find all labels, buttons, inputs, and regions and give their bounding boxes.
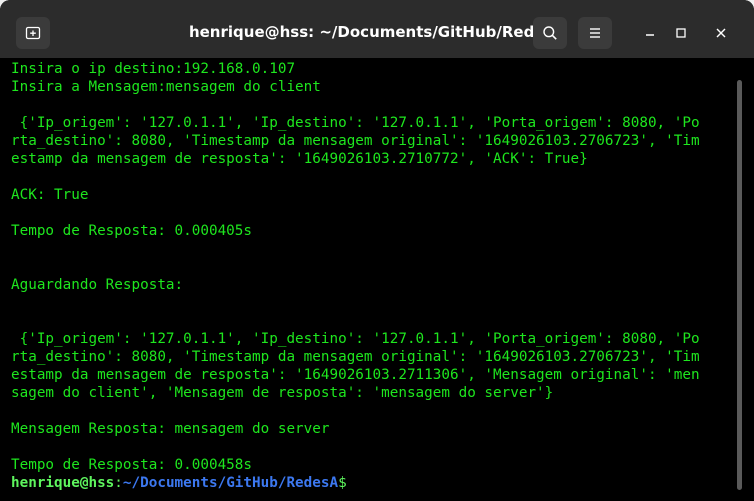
scrollbar-thumb[interactable] (737, 80, 742, 490)
shell-prompt[interactable]: henrique@hss:~/Documents/GitHub/RedesA$ (11, 474, 347, 492)
search-icon (543, 26, 557, 40)
terminal-line: {'Ip_origem': '127.0.1.1', 'Ip_destino':… (11, 115, 700, 131)
hamburger-menu-icon (590, 28, 600, 38)
terminal-line: ACK: True (11, 187, 89, 203)
prompt-user-host: henrique@hss (11, 475, 115, 491)
prompt-symbol: $ (338, 475, 347, 491)
close-icon (716, 28, 726, 38)
terminal-output[interactable]: Insira o ip destino:192.168.0.107 Insira… (0, 58, 736, 501)
prompt-separator: : (114, 475, 123, 491)
maximize-button[interactable] (668, 20, 694, 46)
minimize-icon (646, 34, 654, 36)
terminal-line: Tempo de Resposta: 0.000458s (11, 457, 253, 473)
terminal-line: sagem do client', 'Mensagem de resposta'… (11, 385, 554, 401)
close-button[interactable] (708, 20, 734, 46)
maximize-icon (676, 28, 686, 38)
terminal-window: henrique@hss: ~/Documents/GitHub/RedesA (0, 0, 754, 501)
terminal-line: rta_destino': 8080, 'Timestamp da mensag… (11, 133, 700, 149)
terminal-line: Insira o ip destino:192.168.0.107 (11, 61, 296, 77)
terminal-line: Tempo de Resposta: 0.000405s (11, 223, 253, 239)
terminal-line: estamp da mensagem de resposta': '164902… (11, 151, 588, 167)
prompt-path: ~/Documents/GitHub/RedesA (122, 475, 339, 491)
terminal-line: estamp da mensagem de resposta': '164902… (11, 367, 700, 383)
search-button[interactable] (533, 17, 567, 49)
terminal-line: Mensagem Resposta: mensagem do server (11, 421, 330, 437)
terminal-line: rta_destino': 8080, 'Timestamp da mensag… (11, 349, 700, 365)
menu-button[interactable] (578, 17, 612, 49)
terminal-line: Aguardando Resposta: (11, 277, 184, 293)
minimize-button[interactable] (637, 20, 663, 46)
terminal-line: {'Ip_origem': '127.0.1.1', 'Ip_destino':… (11, 331, 700, 347)
title-bar[interactable]: henrique@hss: ~/Documents/GitHub/RedesA (0, 0, 754, 58)
terminal-line: Insira a Mensagem:mensagem do client (11, 79, 321, 95)
